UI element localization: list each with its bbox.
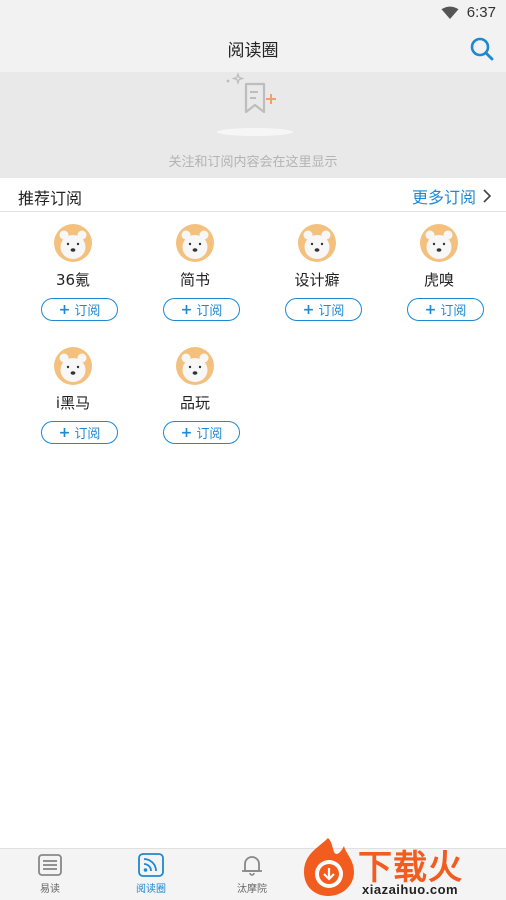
more-label: 更多订阅 — [411, 188, 476, 207]
bear-avatar-icon — [176, 347, 214, 385]
bear-avatar-icon — [54, 347, 92, 385]
subscription-name: 虎嗅 — [423, 271, 454, 289]
subscription-item: 36氪 + 订阅 — [10, 212, 136, 332]
subscription-name: 设计癖 — [294, 271, 340, 289]
subscribe-label: 订阅 — [196, 304, 223, 319]
subscribe-label: 订阅 — [74, 304, 101, 319]
subscription-item: i黑马 + 订阅 — [10, 335, 136, 455]
subscription-item: 品玩 + 订阅 — [132, 335, 258, 455]
search-button[interactable] — [468, 35, 496, 63]
subscribe-button[interactable]: + 订阅 — [41, 298, 118, 321]
subscription-item: 简书 + 订阅 — [132, 212, 258, 332]
empty-message: 关注和订阅内容会在这里显示 — [168, 155, 338, 170]
plus-icon: + — [180, 424, 193, 441]
subscribe-label: 订阅 — [318, 304, 345, 319]
subscribe-label: 订阅 — [440, 304, 467, 319]
more-subscriptions-link[interactable]: 更多订阅 — [412, 184, 492, 208]
subscribe-button[interactable]: + 订阅 — [163, 298, 240, 321]
wifi-icon — [441, 6, 459, 19]
subscription-item: 设计癖 + 订阅 — [254, 212, 380, 332]
add-bookmark-icon — [226, 72, 276, 114]
nav-label: 汰摩院 — [237, 884, 267, 895]
nav-label: 阅读圈 — [136, 884, 166, 895]
bear-avatar-icon — [420, 224, 458, 262]
rss-icon — [138, 853, 164, 877]
plus-icon: + — [302, 301, 315, 318]
subscribe-button[interactable]: + 订阅 — [407, 298, 484, 321]
bear-avatar-icon — [298, 224, 336, 262]
page-title: 阅读圈 — [227, 41, 279, 61]
subscribe-label: 订阅 — [74, 427, 101, 442]
watermark-en: xiazaihuo.com — [362, 882, 459, 897]
section-title: 推荐订阅 — [18, 189, 83, 208]
subscribe-button[interactable]: + 订阅 — [285, 298, 362, 321]
nav-item-reading-circle[interactable]: 阅读圈 — [111, 853, 191, 895]
bell-icon — [242, 856, 262, 876]
plus-icon: + — [58, 301, 71, 318]
plus-icon: + — [180, 301, 193, 318]
news-icon — [38, 854, 62, 876]
nav-label: 易读 — [40, 884, 60, 895]
status-time: 6:37 — [466, 4, 496, 21]
recommend-header: 推荐订阅 更多订阅 — [0, 178, 506, 212]
subscription-name: 品玩 — [179, 394, 210, 412]
empty-shadow — [217, 128, 293, 136]
empty-state: 关注和订阅内容会在这里显示 — [0, 72, 506, 178]
search-icon — [470, 37, 494, 61]
bear-avatar-icon — [176, 224, 214, 262]
bear-avatar-icon — [54, 224, 92, 262]
app-header: 阅读圈 — [0, 28, 506, 72]
plus-icon: + — [58, 424, 71, 441]
subscription-item: 虎嗅 + 订阅 — [376, 212, 502, 332]
status-bar: 6:37 — [0, 0, 506, 28]
subscribe-label: 订阅 — [196, 427, 223, 442]
plus-icon: + — [424, 301, 437, 318]
nav-item-yidu[interactable]: 易读 — [10, 853, 90, 895]
chevron-right-icon — [483, 189, 492, 203]
subscribe-button[interactable]: + 订阅 — [41, 421, 118, 444]
subscription-name: 简书 — [179, 271, 210, 289]
subscription-name: 36氪 — [55, 271, 91, 289]
subscription-name: i黑马 — [55, 394, 91, 412]
subscribe-button[interactable]: + 订阅 — [163, 421, 240, 444]
nav-item-notifications[interactable]: 汰摩院 — [212, 853, 292, 895]
watermark: 下载火 xiazaihuo.com — [296, 834, 506, 900]
flame-logo — [304, 838, 354, 896]
